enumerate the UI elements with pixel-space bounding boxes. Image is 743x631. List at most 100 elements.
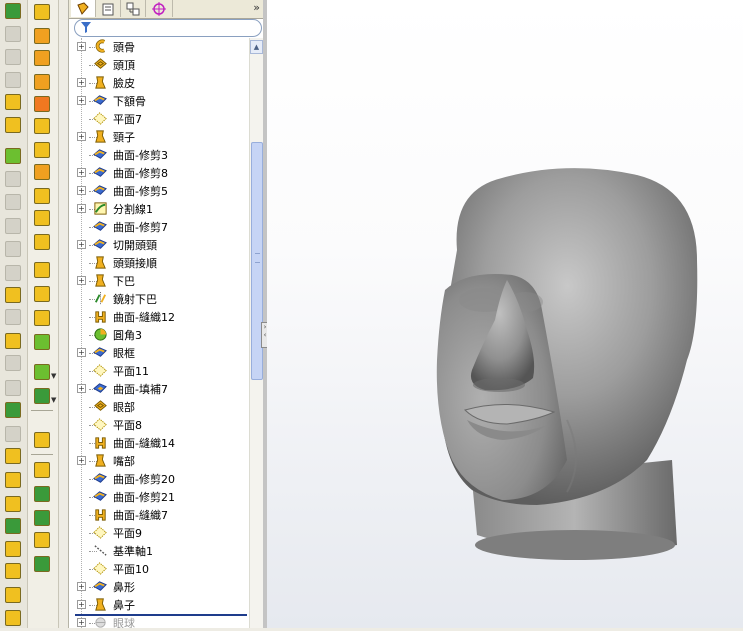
- tree-item[interactable]: + 臉皮: [69, 74, 247, 92]
- fill-surface-icon[interactable]: [34, 164, 50, 180]
- pan-icon[interactable]: [5, 472, 21, 488]
- zoom-icon[interactable]: [5, 496, 21, 512]
- pattern-icon[interactable]: [5, 309, 21, 325]
- tree-item[interactable]: 平面10: [69, 560, 247, 578]
- tree-item[interactable]: + 頭骨: [69, 38, 247, 56]
- composite-curve-icon[interactable]: [34, 510, 50, 526]
- tree-item[interactable]: 鏡射下巴: [69, 290, 247, 308]
- expand-toggle[interactable]: +: [77, 276, 86, 285]
- tree-item[interactable]: 曲面-縫織7: [69, 506, 247, 524]
- tree-item[interactable]: + 頸子: [69, 128, 247, 146]
- view-icon[interactable]: [5, 563, 21, 579]
- revolve-icon[interactable]: [34, 28, 50, 44]
- section-icon[interactable]: [5, 541, 21, 557]
- tab-dimxpert[interactable]: [146, 0, 173, 17]
- tree-item[interactable]: + 嘴部: [69, 452, 247, 470]
- move-face-icon[interactable]: [34, 310, 50, 326]
- delete-face-icon[interactable]: [34, 262, 50, 278]
- expand-toggle[interactable]: +: [77, 78, 86, 87]
- fillet-icon[interactable]: [5, 333, 21, 349]
- expand-toggle[interactable]: +: [77, 348, 86, 357]
- offset-surface-icon[interactable]: [34, 142, 50, 158]
- tab-configuration-manager[interactable]: [121, 0, 146, 17]
- tab-feature-manager[interactable]: [71, 0, 96, 17]
- replace-face-icon[interactable]: [34, 334, 50, 350]
- tree-item[interactable]: 眼部: [69, 398, 247, 416]
- expand-toggle[interactable]: +: [77, 96, 86, 105]
- expand-toggle[interactable]: +: [77, 456, 86, 465]
- knit-surface-icon[interactable]: [34, 188, 50, 204]
- smart-dimension-icon[interactable]: [5, 26, 21, 42]
- tree-item[interactable]: + 眼球: [69, 614, 247, 628]
- rectangle-icon[interactable]: [5, 148, 21, 164]
- tree-item[interactable]: 曲面-修剪7: [69, 218, 247, 236]
- exit-icon[interactable]: [5, 610, 21, 626]
- arc-icon[interactable]: [5, 94, 21, 110]
- tree-item[interactable]: 曲面-修剪20: [69, 470, 247, 488]
- tree-item[interactable]: + 眼框: [69, 344, 247, 362]
- expand-toggle[interactable]: +: [77, 204, 86, 213]
- rotate-icon[interactable]: [5, 518, 21, 534]
- tree-filter-input[interactable]: [74, 19, 262, 37]
- split-line-icon[interactable]: [34, 364, 50, 380]
- tree-item[interactable]: + 鼻形: [69, 578, 247, 596]
- render-icon[interactable]: [5, 587, 21, 603]
- tree-item[interactable]: 平面11: [69, 362, 247, 380]
- boss-extrude-icon[interactable]: [34, 4, 50, 20]
- spline-icon[interactable]: [5, 117, 21, 133]
- expand-toggle[interactable]: +: [77, 582, 86, 591]
- expand-toggle[interactable]: +: [77, 600, 86, 609]
- tree-item[interactable]: 曲面-修剪3: [69, 146, 247, 164]
- construction-icon[interactable]: [5, 380, 21, 396]
- sweep-icon[interactable]: [34, 50, 50, 66]
- projected-curve-icon[interactable]: [34, 462, 50, 478]
- intersection-curve-icon[interactable]: [34, 532, 50, 548]
- head-model[interactable]: [267, 0, 743, 628]
- expand-panel-button[interactable]: »: [253, 1, 260, 14]
- tree-item[interactable]: + 下額骨: [69, 92, 247, 110]
- tree-item[interactable]: 頭頂: [69, 56, 247, 74]
- circle-icon[interactable]: [5, 72, 21, 88]
- loft-icon[interactable]: [34, 74, 50, 90]
- sketch-icon[interactable]: [5, 3, 21, 19]
- tree-item[interactable]: 基準軸1: [69, 542, 247, 560]
- expand-toggle[interactable]: +: [77, 186, 86, 195]
- tree-item[interactable]: 曲面-修剪21: [69, 488, 247, 506]
- tree-item[interactable]: + 下巴: [69, 272, 247, 290]
- tree-item[interactable]: 平面7: [69, 110, 247, 128]
- line-icon[interactable]: [5, 49, 21, 65]
- polygon-icon[interactable]: [5, 171, 21, 187]
- rebuild-icon[interactable]: [5, 426, 21, 442]
- expand-toggle[interactable]: +: [77, 384, 86, 393]
- dropdown-arrow-icon[interactable]: ▼: [51, 372, 56, 380]
- ruled-surface-icon[interactable]: [34, 556, 50, 572]
- mirror-icon[interactable]: [5, 287, 21, 303]
- trim-surface-icon[interactable]: [34, 210, 50, 226]
- helix-icon[interactable]: [34, 486, 50, 502]
- centerline-icon[interactable]: [5, 194, 21, 210]
- expand-toggle[interactable]: +: [77, 132, 86, 141]
- tab-property-manager[interactable]: [96, 0, 121, 17]
- extend-icon[interactable]: [5, 241, 21, 257]
- expand-toggle[interactable]: +: [77, 618, 86, 627]
- dropdown-arrow-icon[interactable]: ▼: [51, 396, 56, 404]
- tree-item[interactable]: + 曲面-填補7: [69, 380, 247, 398]
- rollback-bar[interactable]: [75, 614, 247, 616]
- tree-item[interactable]: + 曲面-修剪5: [69, 182, 247, 200]
- display-icon[interactable]: [5, 402, 21, 418]
- tree-item[interactable]: + 鼻子: [69, 596, 247, 614]
- graphics-area[interactable]: [267, 0, 743, 628]
- expand-toggle[interactable]: +: [77, 42, 86, 51]
- scroll-up-button[interactable]: ▲: [250, 40, 263, 54]
- offset-icon[interactable]: [5, 265, 21, 281]
- expand-toggle[interactable]: +: [77, 240, 86, 249]
- thicken-icon[interactable]: [34, 286, 50, 302]
- tree-item[interactable]: 圓角3: [69, 326, 247, 344]
- tree-item[interactable]: 頭頸接順: [69, 254, 247, 272]
- trim-icon[interactable]: [5, 218, 21, 234]
- surface-extrude-icon[interactable]: [34, 96, 50, 112]
- curve-icon[interactable]: [34, 388, 50, 404]
- options-icon[interactable]: [5, 448, 21, 464]
- tree-item[interactable]: 平面9: [69, 524, 247, 542]
- untrim-surface-icon[interactable]: [34, 234, 50, 250]
